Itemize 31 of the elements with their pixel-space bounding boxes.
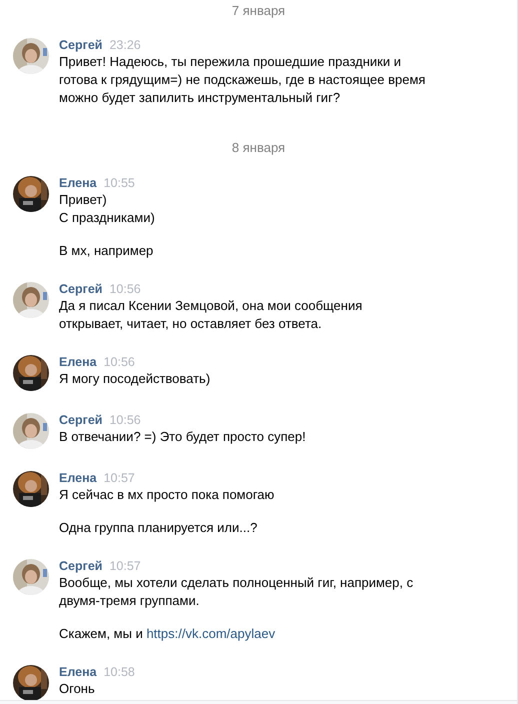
message-text: Огонь	[59, 680, 96, 698]
message-time: 10:55	[104, 175, 135, 191]
message-text: Одна группа планируется или...?	[59, 519, 258, 537]
message-text: В мх, например	[59, 242, 154, 260]
message-text: Я сейчас в мх просто пока помогаю	[59, 486, 274, 504]
author-name[interactable]: Елена	[59, 664, 97, 680]
message-text: Скажем, мы и https://vk.com/apylaev	[59, 625, 276, 643]
message-text: Я могу посодействовать)	[59, 370, 210, 388]
author-name[interactable]: Сергей	[59, 412, 102, 428]
message-time: 10:56	[109, 412, 141, 428]
message-text: Вообще, мы хотели сделать полноценный гиг, например, с двумя-тремя группами.	[59, 574, 414, 610]
message-text: Привет)	[59, 191, 108, 209]
date-separator: 7 января	[232, 3, 286, 19]
message-time: 10:57	[109, 558, 141, 574]
message-text: Привет! Надеюсь, ты пережила прошедшие праздники и готова к грядущим=) не подскажешь, где в настоящее время можно будет запилить инструментальный гиг?	[59, 53, 426, 107]
author-name[interactable]: Елена	[59, 354, 97, 370]
author-name[interactable]: Сергей	[59, 37, 102, 53]
message-text: В отвечании? =) Это будет просто супер!	[59, 428, 306, 446]
message-time: 23:26	[109, 37, 141, 53]
message-time: 10:56	[109, 281, 141, 297]
message-text: С праздниками)	[59, 209, 155, 227]
message-text: Да я писал Ксении Земцовой, она мои сообщения открывает, читает, но оставляет без ответа.	[59, 297, 364, 333]
date-separator: 8 января	[232, 140, 286, 156]
message-time: 10:58	[104, 664, 135, 680]
message-time: 10:57	[104, 470, 135, 486]
message-time: 10:56	[104, 354, 135, 370]
author-name[interactable]: Сергей	[59, 281, 102, 297]
author-name[interactable]: Сергей	[59, 558, 102, 574]
author-name[interactable]: Елена	[59, 470, 97, 486]
link[interactable]: https://vk.com/apylaev	[146, 626, 276, 641]
author-name[interactable]: Елена	[59, 175, 97, 191]
